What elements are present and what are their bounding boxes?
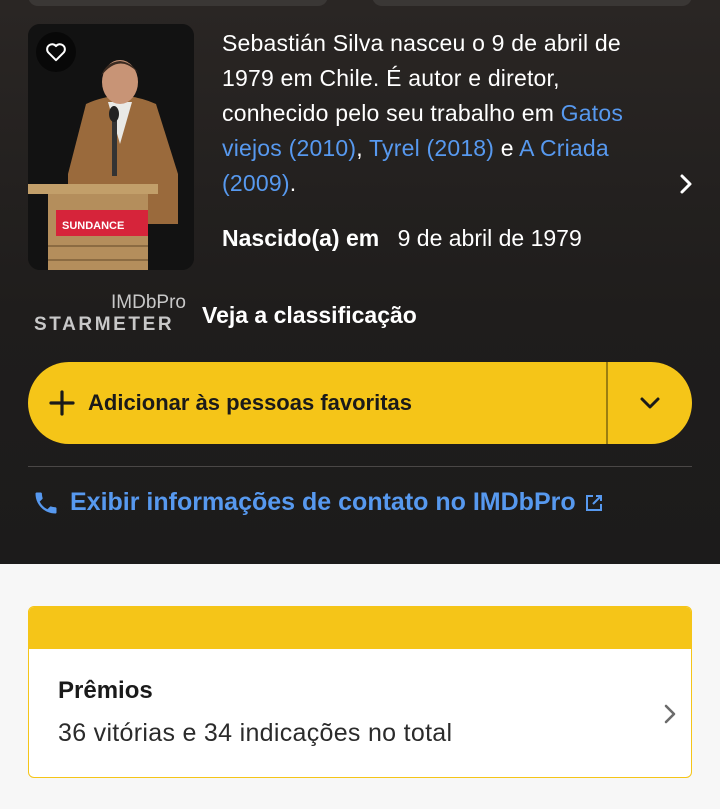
see-ranking-link[interactable]: Veja a classificação — [202, 302, 417, 329]
chevron-down-icon — [640, 397, 660, 409]
awards-summary: 36 vitórias e 34 indicações no total — [58, 719, 453, 747]
imdbpro-contact-link[interactable]: Exibir informações de contato no IMDbPro — [32, 488, 606, 517]
awards-title: Prêmios — [58, 677, 153, 704]
person-photo[interactable]: SUNDANCE — [28, 24, 194, 270]
bio-end: . — [289, 170, 297, 196]
imdbpro-label: IMDbPro — [111, 292, 186, 313]
chevron-right-icon — [680, 174, 692, 194]
starmeter-label: STARMETER — [34, 314, 175, 335]
hero-section: SUNDANCE Sebastián Silva nasceu o 9 de a… — [0, 0, 720, 564]
plus-icon — [48, 389, 76, 417]
external-link-icon — [584, 492, 606, 514]
starmeter-logo: IMDbPro STARMETER — [34, 292, 190, 340]
favorites-button-group: Adicionar às pessoas favoritas — [28, 362, 692, 444]
birth-date: 9 de abril de 1979 — [397, 225, 582, 251]
divider — [28, 466, 692, 467]
known-for-link-2[interactable]: Tyrel (2018) — [369, 135, 494, 161]
add-favorite-button[interactable] — [36, 32, 76, 72]
bio-next-button[interactable] — [672, 170, 700, 198]
contact-label: Exibir informações de contato no IMDbPro — [70, 488, 576, 516]
top-chip[interactable] — [28, 0, 328, 6]
chevron-right-icon — [659, 701, 681, 727]
bio-summary[interactable]: Sebastián Silva nasceu o 9 de abril de 1… — [222, 26, 672, 201]
birth-label: Nascido(a) em — [222, 225, 380, 251]
add-to-favorites-button[interactable]: Adicionar às pessoas favoritas — [28, 362, 606, 444]
lectern-sign-text: SUNDANCE — [62, 220, 124, 232]
birth-info: Nascido(a) em 9 de abril de 1979 — [222, 222, 582, 254]
bio-separator: e — [494, 135, 520, 161]
awards-accent-band — [29, 607, 691, 649]
add-to-favorites-label: Adicionar às pessoas favoritas — [88, 390, 413, 415]
awards-card[interactable]: Prêmios 36 vitórias e 34 indicações no t… — [28, 606, 692, 778]
bio-separator: , — [356, 135, 370, 161]
heart-outline-icon — [46, 43, 66, 62]
top-chip[interactable] — [372, 0, 692, 6]
phone-icon — [32, 489, 60, 517]
favorites-dropdown-button[interactable] — [608, 362, 692, 444]
